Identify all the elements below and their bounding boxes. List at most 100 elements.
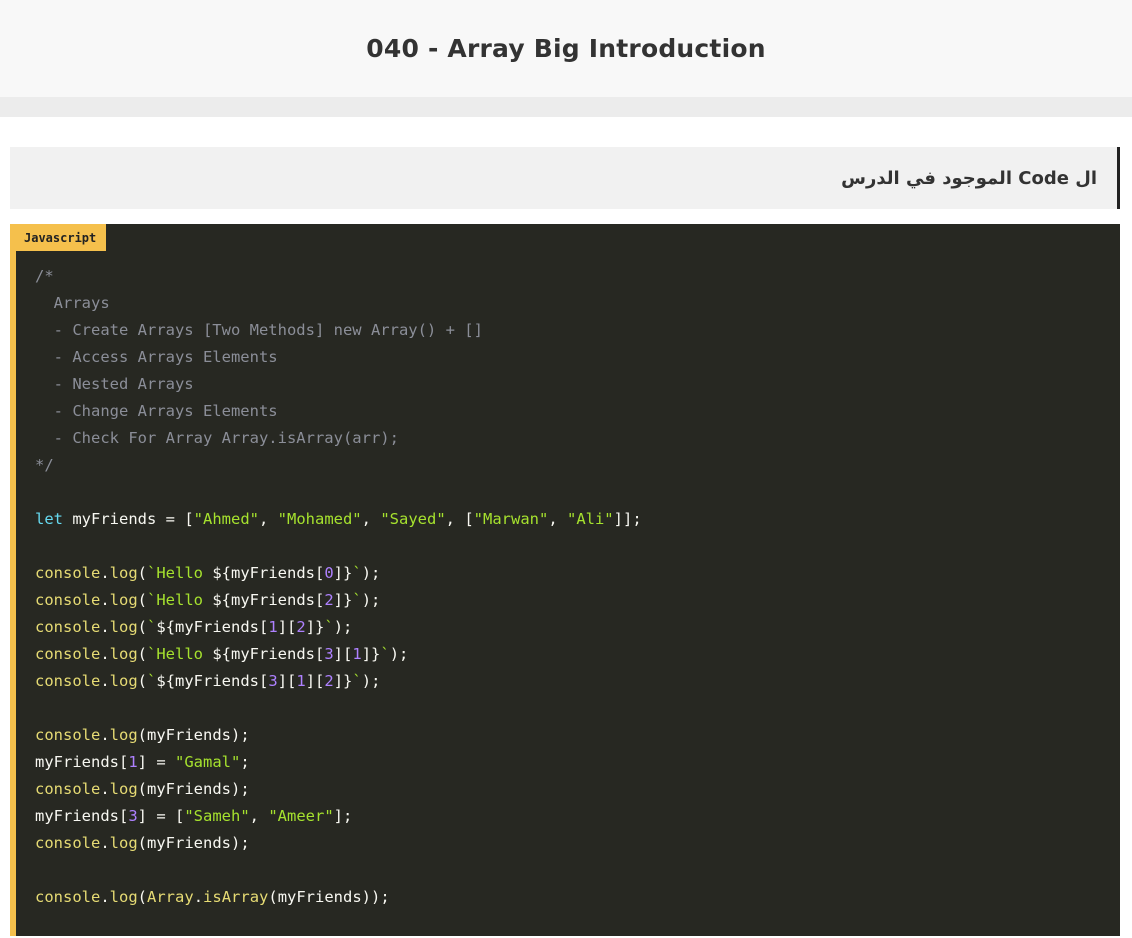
code-token: ]}	[333, 591, 353, 609]
code-token: - Check For Array Array.isArray(arr);	[35, 429, 399, 447]
code-token: (myFriends));	[268, 888, 390, 906]
code-token: );	[361, 672, 381, 690]
code-token: console	[35, 726, 101, 744]
code-token: ]}	[333, 672, 353, 690]
code-token: 1	[268, 618, 278, 636]
code-token: .	[100, 888, 110, 906]
code-token: ] = [	[137, 807, 185, 825]
code-line: - Access Arrays Elements	[35, 344, 642, 371]
code-token: 2	[296, 618, 306, 636]
code-token: .	[193, 888, 204, 906]
code-token: console	[35, 672, 101, 690]
code-token: myFriends[	[35, 753, 129, 771]
code-line: console.log(Array.isArray(myFriends));	[35, 884, 642, 911]
code-token: , [	[445, 510, 474, 528]
code-token: console	[35, 645, 101, 663]
code-line: console.log(myFriends);	[35, 830, 642, 857]
code-line: - Check For Array Array.isArray(arr);	[35, 425, 642, 452]
code-token: log	[109, 591, 138, 609]
code-line: Arrays	[35, 290, 642, 317]
code-token: ,	[249, 807, 269, 825]
code-line: - Create Arrays [Two Methods] new Array(…	[35, 317, 642, 344]
code-token: log	[109, 672, 138, 690]
code-token: `Hello	[147, 564, 213, 582]
code-token: ,	[258, 510, 278, 528]
code-token: .	[100, 591, 110, 609]
code-token: ]];	[613, 510, 642, 528]
code-token: "Mohamed"	[277, 510, 362, 528]
code-token: 1	[296, 672, 306, 690]
code-token: log	[109, 564, 138, 582]
code-token: - Nested Arrays	[35, 375, 194, 393]
code-line: console.log(`${myFriends[1][2]}`);	[35, 614, 642, 641]
code-token: "Ali"	[566, 510, 614, 528]
code-token: ,	[361, 510, 381, 528]
code-token: log	[109, 726, 138, 744]
code-token: (	[137, 591, 148, 609]
code-token: `	[352, 564, 362, 582]
code-token: ${myFriends[	[156, 618, 269, 636]
code-token: console	[35, 780, 101, 798]
code-line: - Nested Arrays	[35, 371, 642, 398]
code-token: (	[137, 564, 148, 582]
code-line: myFriends[1] = "Gamal";	[35, 749, 642, 776]
code-content[interactable]: /* Arrays - Create Arrays [Two Methods] …	[35, 263, 642, 911]
code-token: (myFriends);	[137, 780, 250, 798]
code-token: ] =	[137, 753, 175, 771]
code-token: 1	[352, 645, 362, 663]
page-title: 040 - Array Big Introduction	[366, 34, 766, 63]
code-token: (	[137, 645, 148, 663]
code-token: "Gamal"	[175, 753, 241, 771]
code-token: ][	[305, 672, 325, 690]
code-line: console.log(`Hello ${myFriends[2]}`);	[35, 587, 642, 614]
code-token: /*	[35, 267, 54, 285]
code-line: myFriends[3] = ["Sameh", "Ameer"];	[35, 803, 642, 830]
code-token: Arrays	[35, 294, 110, 312]
code-token: "Ahmed"	[193, 510, 259, 528]
code-token: );	[333, 618, 353, 636]
code-token: myFriends = [	[63, 510, 194, 528]
code-line: console.log(myFriends);	[35, 722, 642, 749]
code-token: .	[100, 672, 110, 690]
code-token: ${myFriends[	[212, 591, 325, 609]
code-token: );	[361, 591, 381, 609]
code-token: ][	[277, 618, 297, 636]
section-title: ال Code الموجود في الدرس	[841, 167, 1097, 189]
code-token: ]}	[361, 645, 381, 663]
code-line: console.log(`Hello ${myFriends[0]}`);	[35, 560, 642, 587]
code-token: 3	[268, 672, 278, 690]
code-token: - Create Arrays [Two Methods] new Array(…	[35, 321, 483, 339]
code-token: 3	[128, 807, 138, 825]
code-token: );	[389, 645, 409, 663]
code-token: - Access Arrays Elements	[35, 348, 278, 366]
code-token: (myFriends);	[137, 834, 250, 852]
code-token: .	[100, 645, 110, 663]
code-token: 0	[324, 564, 334, 582]
code-token: (	[137, 672, 148, 690]
code-block: Javascript /* Arrays - Create Arrays [Tw…	[10, 224, 1120, 936]
code-token: ;	[240, 753, 250, 771]
code-token: "Ameer"	[268, 807, 334, 825]
code-token: console	[35, 591, 101, 609]
code-token: 1	[128, 753, 138, 771]
code-token: `	[147, 672, 157, 690]
code-line: console.log(`Hello ${myFriends[3][1]}`);	[35, 641, 642, 668]
language-badge: Javascript	[16, 224, 107, 251]
code-token: ][	[277, 672, 297, 690]
code-token: .	[100, 564, 110, 582]
code-token: log	[109, 888, 138, 906]
code-token: ];	[333, 807, 353, 825]
code-token: myFriends[	[35, 807, 129, 825]
code-token: ][	[333, 645, 353, 663]
code-token: 2	[324, 591, 334, 609]
code-token: .	[100, 780, 110, 798]
code-token: ,	[548, 510, 567, 528]
code-token: (	[137, 618, 148, 636]
code-token: .	[100, 618, 110, 636]
code-token: console	[35, 618, 101, 636]
code-token: );	[361, 564, 381, 582]
code-line: - Change Arrays Elements	[35, 398, 642, 425]
header-divider	[0, 97, 1132, 117]
code-token: let	[35, 510, 63, 528]
